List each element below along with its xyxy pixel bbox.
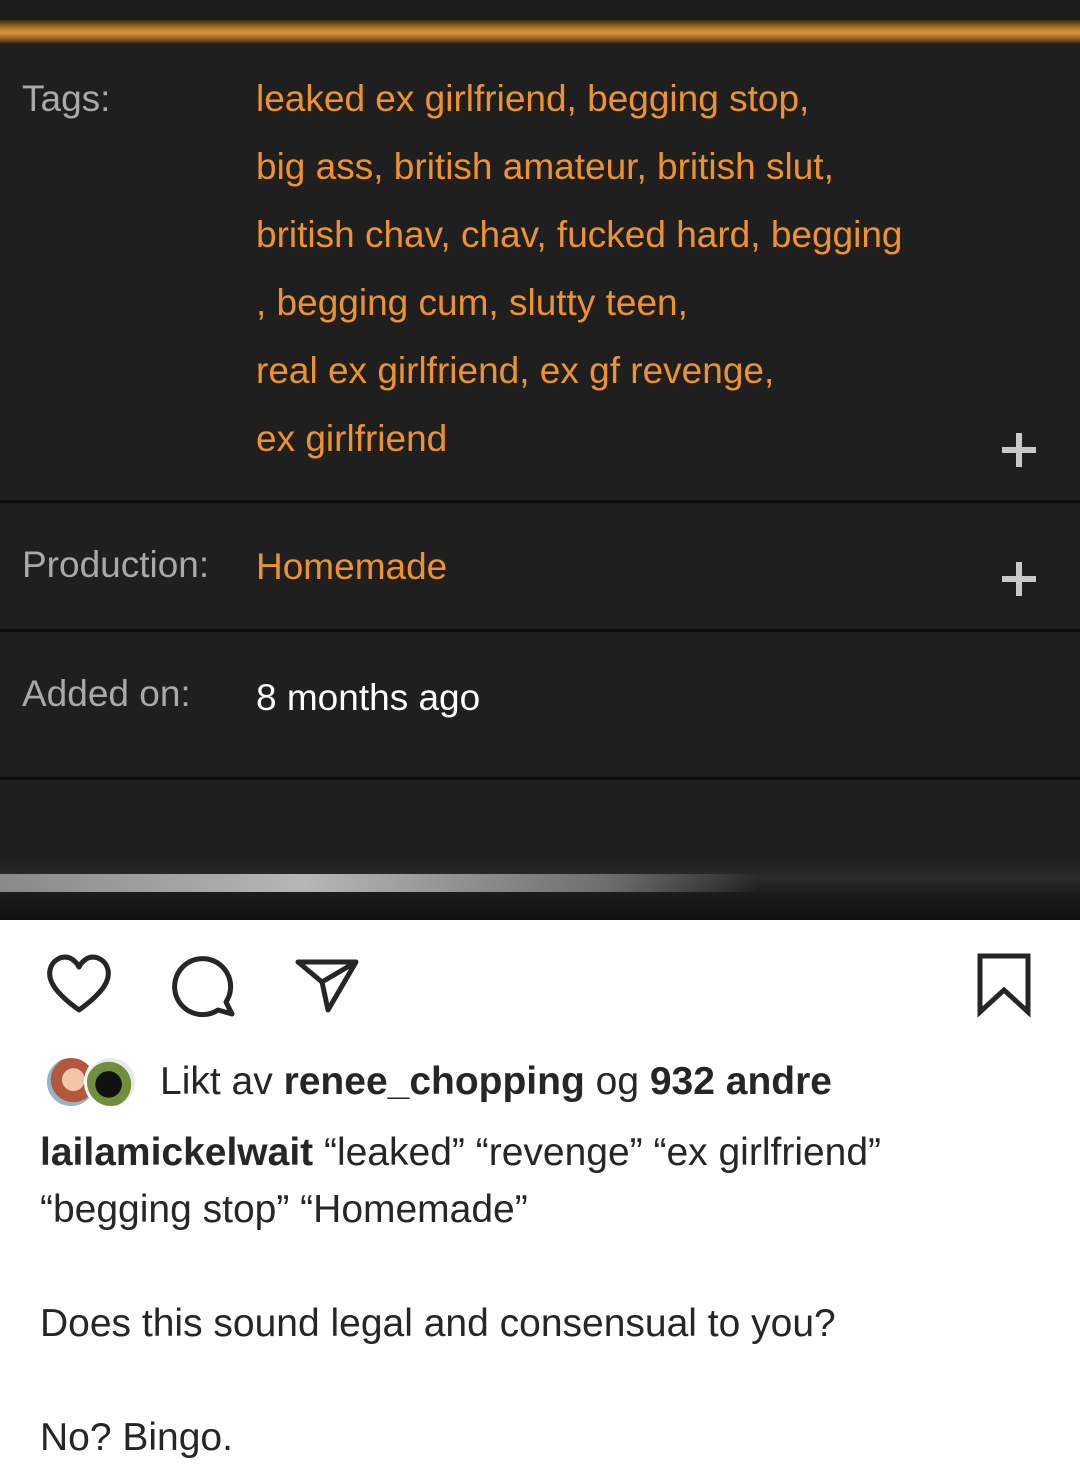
tag-line-6[interactable]: ex girlfriend xyxy=(256,416,447,462)
caption-line: No? Bingo. xyxy=(40,1416,233,1459)
likes-prefix: Likt av xyxy=(160,1060,284,1103)
production-row: Production: Homemade xyxy=(0,503,1080,629)
caption-line: “begging stop” “Homemade” xyxy=(40,1188,528,1231)
comment-bubble-icon[interactable] xyxy=(168,950,238,1020)
tag-line-4[interactable]: , begging cum, slutty teen, xyxy=(256,280,688,326)
tags-row: Tags: leaked ex girlfriend, begging stop… xyxy=(0,44,1080,500)
caption-username[interactable]: lailamickelwait xyxy=(40,1131,313,1174)
plus-icon[interactable] xyxy=(1002,433,1036,467)
added-on-row: Added on: 8 months ago xyxy=(0,632,1080,778)
post-actions xyxy=(0,950,1080,1020)
video-progress-bar xyxy=(0,874,760,892)
bookmark-icon[interactable] xyxy=(970,950,1040,1020)
post-image: Tags: leaked ex girlfriend, begging stop… xyxy=(0,0,1080,920)
likes-middle: og xyxy=(584,1060,650,1103)
likes-summary: Likt av renee_chopping og 932 andre xyxy=(44,1052,1044,1112)
likes-text: Likt av renee_chopping og 932 andre xyxy=(160,1056,832,1108)
production-value[interactable]: Homemade xyxy=(256,544,447,590)
caption-line: lailamickelwait “leaked” “revenge” “ex g… xyxy=(40,1124,1040,1181)
tag-line-5[interactable]: real ex girlfriend, ex gf revenge, xyxy=(256,348,774,394)
plus-icon[interactable] xyxy=(1002,562,1036,596)
divider xyxy=(0,777,1080,780)
post-caption: lailamickelwait “leaked” “revenge” “ex g… xyxy=(40,1124,1040,1466)
avatar[interactable] xyxy=(84,1055,138,1109)
heart-icon[interactable] xyxy=(44,950,114,1020)
paper-plane-icon[interactable] xyxy=(292,950,362,1020)
caption-line: Does this sound legal and consensual to … xyxy=(40,1302,836,1345)
caption-text: “leaked” “revenge” “ex girlfriend” xyxy=(313,1131,882,1174)
orange-accent-bar xyxy=(0,20,1080,44)
added-on-label: Added on: xyxy=(22,673,191,714)
top-band xyxy=(0,0,1080,20)
tags-label: Tags: xyxy=(22,78,111,119)
tag-line-2[interactable]: big ass, british amateur, british slut, xyxy=(256,144,834,190)
liker-username[interactable]: renee_chopping xyxy=(284,1060,585,1103)
production-label: Production: xyxy=(22,544,210,585)
added-on-value: 8 months ago xyxy=(256,677,481,718)
tag-line-1[interactable]: leaked ex girlfriend, begging stop, xyxy=(256,76,809,122)
likes-count[interactable]: 932 andre xyxy=(650,1060,832,1103)
tag-line-3[interactable]: british chav, chav, fucked hard, begging xyxy=(256,212,903,258)
